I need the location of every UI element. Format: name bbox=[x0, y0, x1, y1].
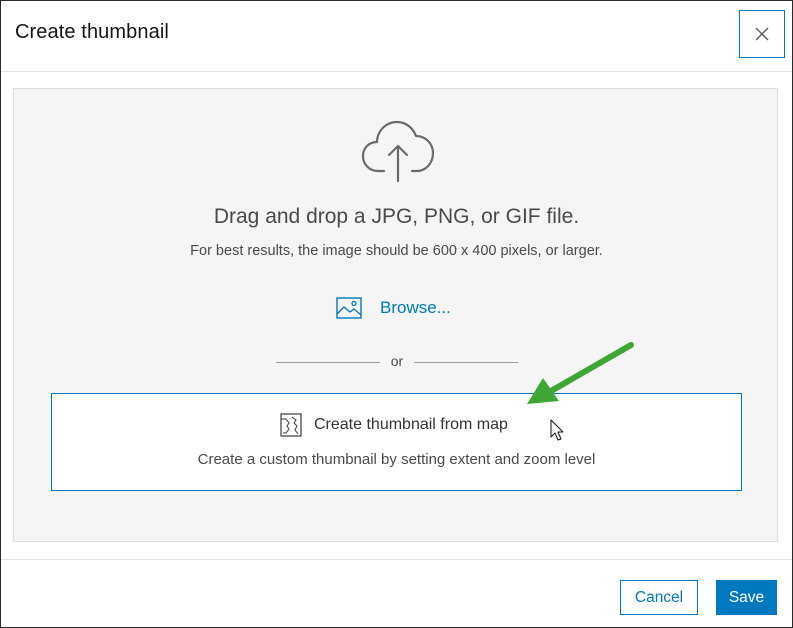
image-size-hint: For best results, the image should be 60… bbox=[190, 243, 603, 259]
map-option-description: Create a custom thumbnail by setting ext… bbox=[197, 451, 596, 468]
create-thumbnail-dialog: Create thumbnail Drag and drop a JPG, PN… bbox=[0, 0, 793, 628]
close-button[interactable] bbox=[739, 10, 785, 58]
dialog-footer: Cancel Save bbox=[1, 559, 792, 628]
browse-label: Browse... bbox=[380, 298, 451, 317]
cancel-button[interactable]: Cancel bbox=[620, 580, 698, 615]
divider-line-right bbox=[414, 362, 518, 363]
or-label: or bbox=[390, 353, 404, 369]
divider-line-left bbox=[276, 362, 380, 363]
save-button[interactable]: Save bbox=[716, 580, 777, 615]
map-option-header: Create thumbnail from map bbox=[280, 412, 508, 438]
file-dropzone[interactable]: Drag and drop a JPG, PNG, or GIF file. F… bbox=[13, 88, 778, 542]
dialog-header: Create thumbnail bbox=[1, 1, 792, 72]
create-from-map-button[interactable]: Create thumbnail from map Create a custo… bbox=[51, 393, 742, 491]
or-divider: or bbox=[276, 352, 518, 372]
drag-drop-instruction: Drag and drop a JPG, PNG, or GIF file. bbox=[213, 205, 580, 228]
dialog-title: Create thumbnail bbox=[15, 21, 169, 43]
cloud-upload-icon bbox=[361, 120, 435, 183]
image-icon bbox=[336, 297, 362, 319]
close-icon bbox=[755, 27, 769, 41]
map-option-title: Create thumbnail from map bbox=[314, 416, 508, 433]
browse-link[interactable]: Browse... bbox=[336, 295, 451, 321]
map-icon bbox=[280, 413, 302, 437]
